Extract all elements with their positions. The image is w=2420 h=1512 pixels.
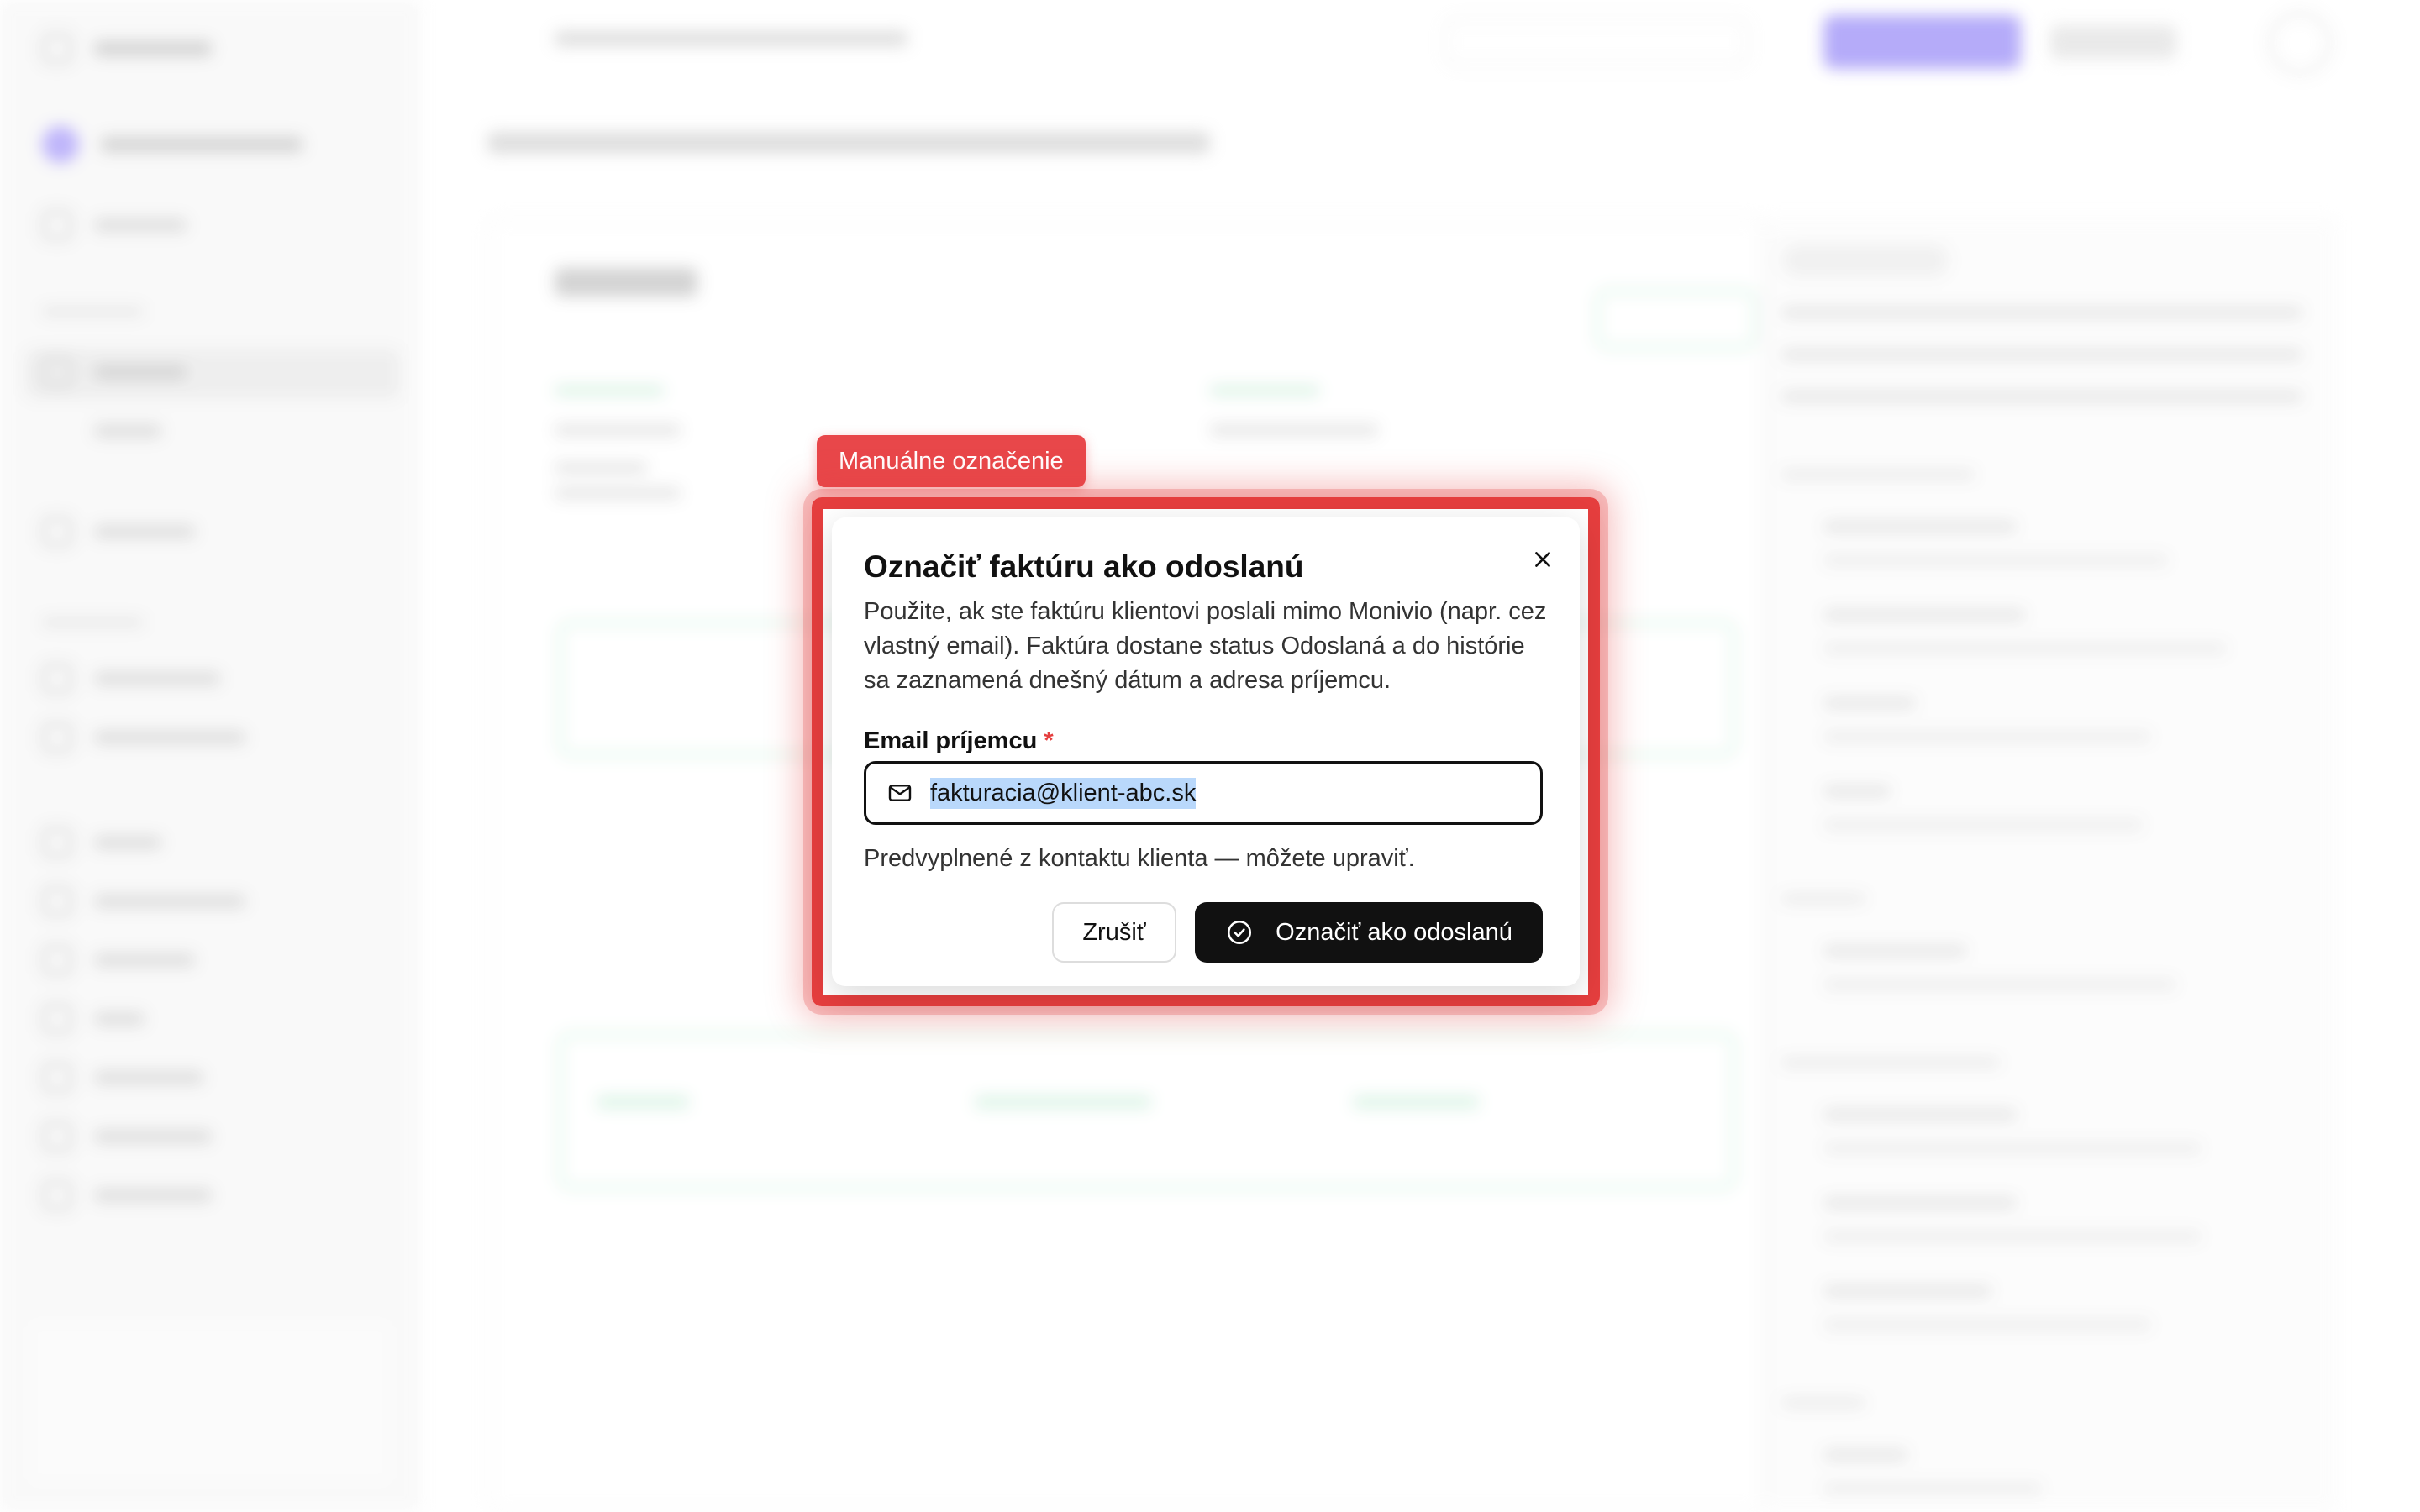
dialog-description: Použite, ak ste faktúru klientovi poslal… — [864, 598, 1547, 694]
email-field[interactable]: fakturacia@klient-abc.sk — [864, 761, 1543, 825]
annotation-label: Manuálne označenie — [817, 435, 1086, 487]
mark-sent-dialog: Označiť faktúru ako odoslanú Použite, ak… — [832, 517, 1580, 986]
cancel-button[interactable]: Zrušiť — [1052, 902, 1176, 963]
check-circle-icon — [1228, 920, 1252, 945]
email-input[interactable]: fakturacia@klient-abc.sk — [930, 777, 1197, 809]
mark-sent-label: Označiť ako odoslanú — [1276, 918, 1512, 946]
mail-icon — [888, 785, 912, 801]
dialog-title: Označiť faktúru ako odoslanú — [864, 549, 1304, 584]
mark-sent-button[interactable]: Označiť ako odoslanú — [1195, 902, 1543, 963]
close-button[interactable] — [1526, 543, 1560, 576]
required-mark: * — [1044, 727, 1054, 754]
email-hint: Predvyplnené z kontaktu klienta — môžete… — [864, 845, 1415, 872]
close-icon — [1535, 552, 1550, 567]
email-label: Email príjemcu * — [864, 727, 1054, 755]
email-label-text: Email príjemcu — [864, 727, 1038, 754]
